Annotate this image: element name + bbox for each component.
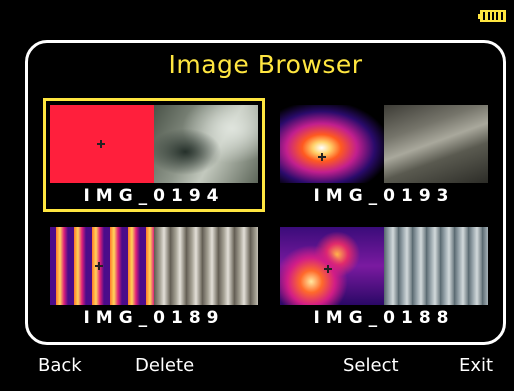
- image-name-label: IMG_0194: [83, 186, 225, 206]
- battery-icon: [478, 10, 506, 22]
- thermal-image: [50, 105, 154, 183]
- thumbnail-img-0188[interactable]: [280, 227, 488, 305]
- battery-cell: [491, 12, 494, 20]
- select-button[interactable]: Select: [343, 355, 399, 376]
- crosshair-icon: [97, 140, 105, 148]
- battery-cell: [483, 12, 486, 20]
- crosshair-icon: [318, 153, 326, 161]
- visual-photo: [154, 227, 258, 305]
- image-name-label: IMG_0188: [313, 308, 455, 328]
- thumbnail-img-0193[interactable]: [280, 105, 488, 183]
- thumbnail-img-0194[interactable]: [50, 105, 258, 183]
- visual-photo: [384, 227, 488, 305]
- battery-cell: [487, 12, 490, 20]
- battery-cell: [496, 12, 499, 20]
- page-title: Image Browser: [168, 50, 363, 79]
- back-button[interactable]: Back: [38, 355, 82, 376]
- crosshair-icon: [324, 265, 332, 273]
- exit-button[interactable]: Exit: [459, 355, 493, 376]
- visual-photo: [384, 105, 488, 183]
- thermal-image: [50, 227, 154, 305]
- thermal-image: [280, 227, 384, 305]
- battery-cell: [500, 12, 503, 20]
- visual-photo: [154, 105, 258, 183]
- crosshair-icon: [95, 262, 103, 270]
- image-name-label: IMG_0189: [83, 308, 225, 328]
- thumbnail-img-0189[interactable]: [50, 227, 258, 305]
- delete-button[interactable]: Delete: [135, 355, 194, 376]
- thermal-image: [280, 105, 384, 183]
- image-name-label: IMG_0193: [313, 186, 455, 206]
